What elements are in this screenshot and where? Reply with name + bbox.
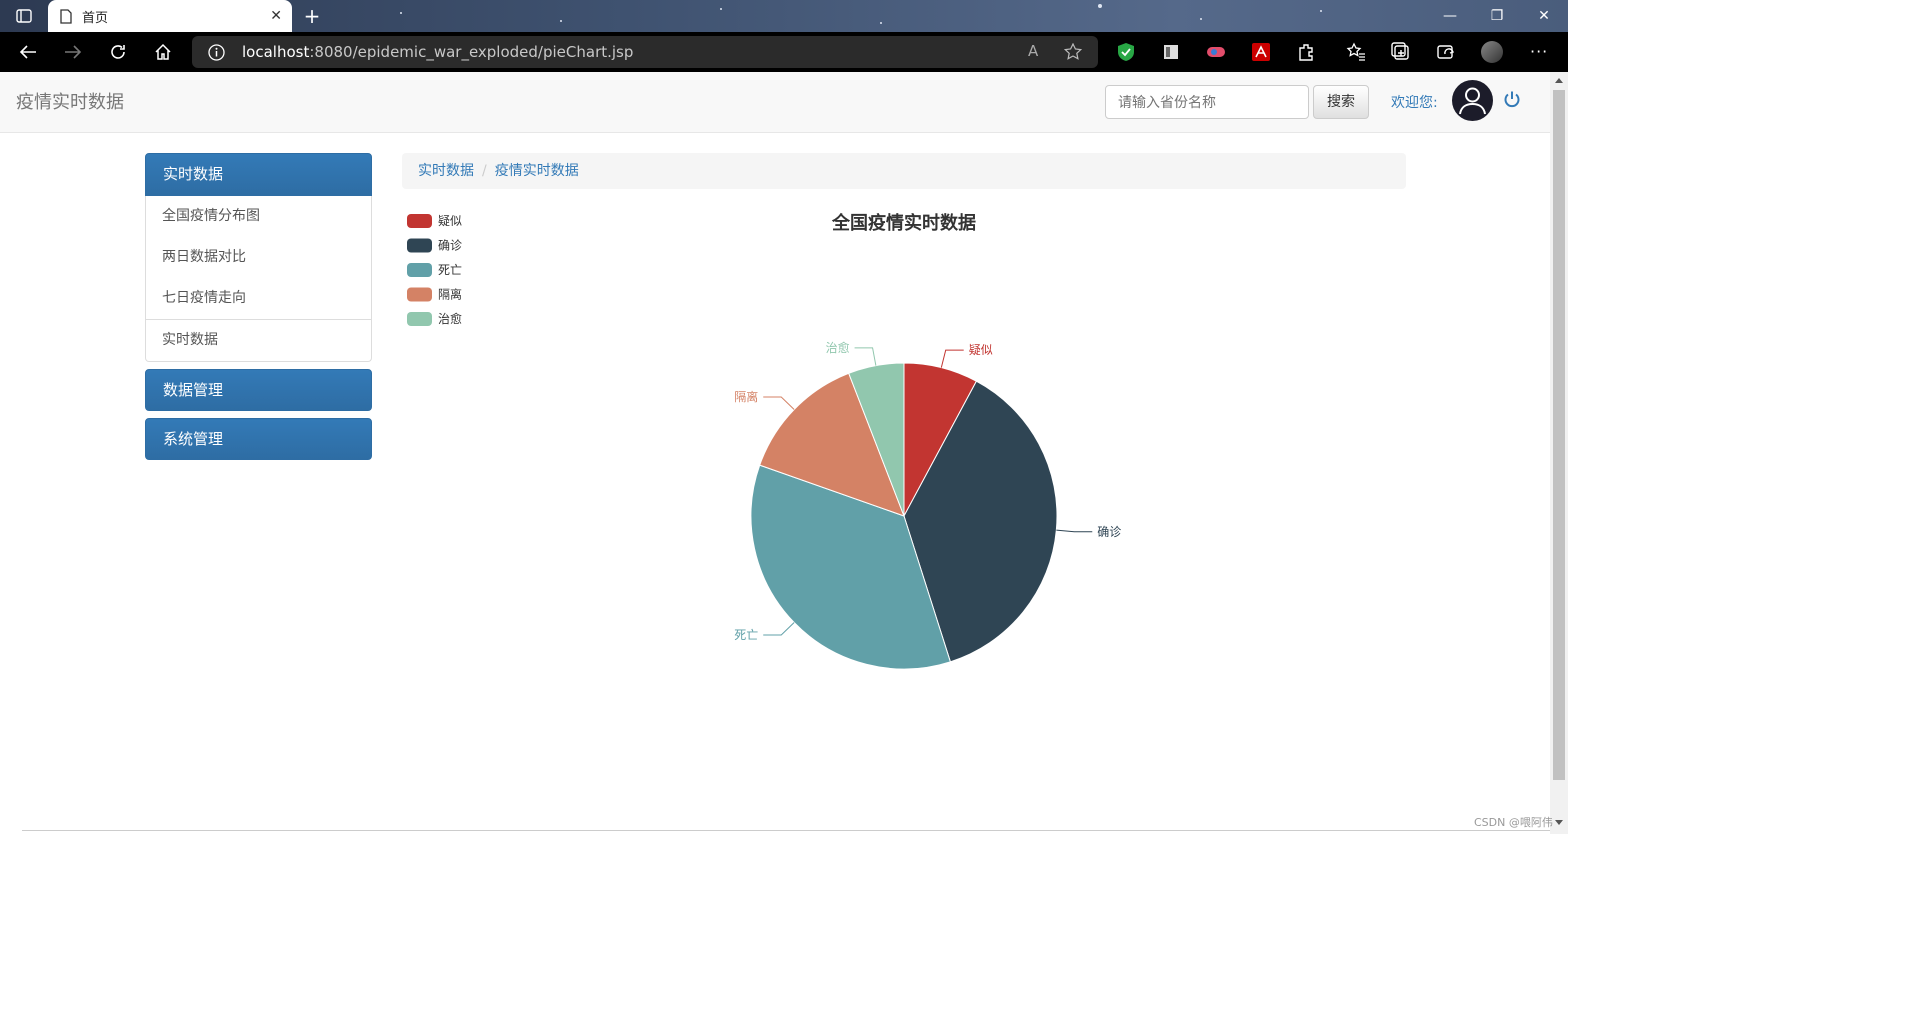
sidebar-group-realtime[interactable]: 实时数据 [145, 153, 372, 196]
page-scrollbar[interactable] [1550, 72, 1568, 834]
favorites-icon[interactable] [1346, 42, 1366, 62]
favorite-icon[interactable] [1064, 43, 1082, 61]
legend-swatch-4[interactable] [407, 312, 432, 326]
legend-label-3[interactable]: 隔离 [438, 287, 462, 302]
collections-icon[interactable] [1391, 42, 1411, 62]
legend-label-1[interactable]: 确诊 [438, 239, 462, 253]
scroll-down-icon[interactable] [1555, 820, 1563, 825]
restore-icon[interactable]: ❐ [1485, 6, 1509, 26]
pie-chart: 全国疫情实时数据 疑似确诊死亡隔离治愈 疑似确诊死亡隔离治愈 [407, 212, 1121, 670]
sidebar-item-realtime-data[interactable]: 实时数据 [145, 320, 372, 362]
browser-tab[interactable]: 首页 ✕ [48, 0, 292, 32]
user-avatar[interactable] [1452, 80, 1493, 121]
search-button[interactable]: 搜索 [1313, 85, 1369, 119]
breadcrumb-current-page[interactable]: 疫情实时数据 [495, 163, 579, 179]
sidebar-item-two-day-compare[interactable]: 两日数据对比 [145, 237, 372, 279]
refresh-icon[interactable] [106, 42, 130, 62]
top-navbar: 疫情实时数据 搜索 欢迎您: [0, 72, 1550, 133]
legend-swatch-0[interactable] [407, 214, 432, 228]
chart-legend: 疑似确诊死亡隔离治愈 [407, 213, 462, 326]
pie-label-2: 死亡 [734, 628, 758, 642]
extensions-icon[interactable] [1296, 42, 1316, 62]
legend-swatch-3[interactable] [407, 287, 432, 302]
cloud-extension-icon[interactable] [1206, 42, 1226, 62]
pie-label-line-2 [763, 622, 795, 636]
pie-label-line-4 [854, 347, 877, 366]
back-icon[interactable] [16, 42, 40, 62]
more-options-icon[interactable]: ··· [1530, 42, 1550, 62]
home-icon[interactable] [151, 42, 175, 62]
address-bar[interactable]: localhost:8080/epidemic_war_exploded/pie… [192, 36, 1098, 68]
legend-label-0[interactable]: 疑似 [438, 213, 462, 228]
share-icon[interactable] [1436, 42, 1456, 62]
pdf-extension-icon[interactable] [1251, 42, 1271, 62]
province-search-input[interactable] [1105, 85, 1309, 119]
reader-extension-icon[interactable] [1161, 42, 1181, 62]
welcome-text: 欢迎您: [1391, 95, 1438, 111]
pie-label-line-3 [763, 396, 795, 410]
shield-extension-icon[interactable] [1116, 42, 1136, 62]
pie-label-0: 疑似 [969, 342, 993, 357]
legend-swatch-1[interactable] [407, 238, 432, 253]
pie-label-3: 隔离 [734, 389, 758, 404]
scroll-thumb[interactable] [1553, 90, 1565, 780]
pie-label-4: 治愈 [826, 340, 850, 355]
watermark-text: CSDN @喂阿伟 [1474, 816, 1553, 829]
sidebar-item-national-map[interactable]: 全国疫情分布图 [145, 196, 372, 238]
pie-label-line-0 [940, 349, 964, 368]
brand-title[interactable]: 疫情实时数据 [16, 88, 124, 114]
close-tab-icon[interactable]: ✕ [270, 8, 282, 24]
user-icon [1459, 87, 1486, 115]
page-icon [60, 8, 72, 24]
legend-label-2[interactable]: 死亡 [438, 263, 462, 277]
url-text: localhost:8080/epidemic_war_exploded/pie… [242, 43, 634, 61]
sidebar-group-data-management[interactable]: 数据管理 [145, 369, 372, 411]
chart-title: 全国疫情实时数据 [831, 212, 976, 234]
breadcrumb-separator: / [482, 163, 487, 179]
tab-title: 首页 [82, 10, 109, 26]
breadcrumb-realtime-data[interactable]: 实时数据 [418, 163, 474, 179]
close-window-icon[interactable]: ✕ [1532, 6, 1556, 26]
sidebar-group-system-management[interactable]: 系统管理 [145, 418, 372, 460]
legend-label-4[interactable]: 治愈 [438, 311, 462, 326]
info-icon[interactable] [208, 44, 225, 61]
forward-icon[interactable] [61, 42, 85, 62]
profile-avatar[interactable] [1481, 41, 1503, 63]
bottom-divider [22, 830, 1550, 831]
read-aloud-icon[interactable]: A [1028, 42, 1038, 60]
pie-label-line-1 [1056, 529, 1093, 533]
power-icon[interactable] [1503, 90, 1521, 108]
pie-label-1: 确诊 [1097, 525, 1121, 539]
new-tab-button[interactable]: + [300, 4, 324, 28]
scroll-up-icon[interactable] [1555, 78, 1563, 83]
sidebar-item-seven-day-trend[interactable]: 七日疫情走向 [145, 278, 372, 320]
minimize-icon[interactable]: — [1438, 6, 1462, 26]
legend-swatch-2[interactable] [407, 263, 432, 277]
breadcrumb: 实时数据 / 疫情实时数据 [402, 153, 1406, 189]
tab-actions-icon[interactable] [10, 6, 38, 26]
pie-slices [750, 362, 1058, 670]
